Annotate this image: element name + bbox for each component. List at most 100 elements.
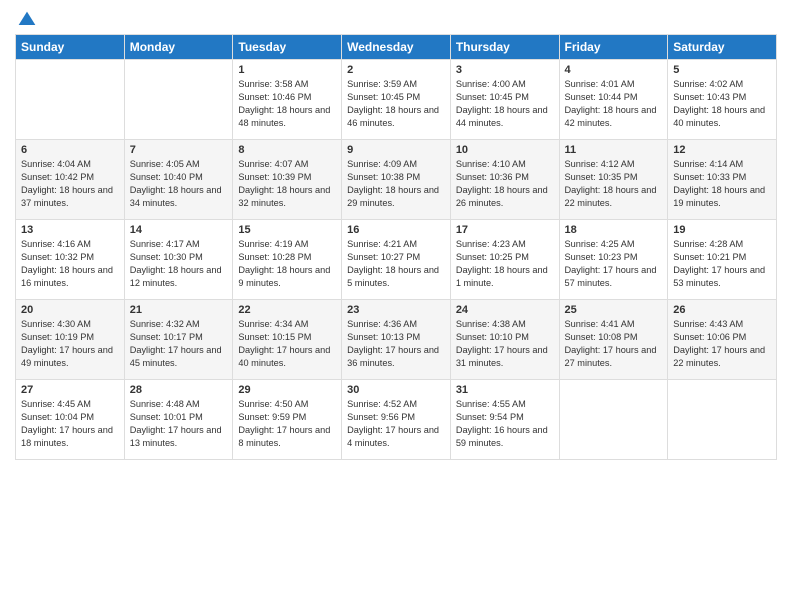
day-info: Sunrise: 3:59 AMSunset: 10:45 PMDaylight… bbox=[347, 78, 445, 130]
day-number: 23 bbox=[347, 304, 445, 316]
day-header-tuesday: Tuesday bbox=[233, 35, 342, 60]
day-cell: 2 Sunrise: 3:59 AMSunset: 10:45 PMDayligh… bbox=[342, 60, 451, 140]
day-number: 17 bbox=[456, 224, 554, 236]
day-number: 19 bbox=[673, 224, 771, 236]
day-header-thursday: Thursday bbox=[450, 35, 559, 60]
day-cell: 15Sunrise: 4:19 AMSunset: 10:28 PMDaylig… bbox=[233, 220, 342, 300]
day-info: Sunrise: 4:02 AMSunset: 10:43 PMDaylight… bbox=[673, 78, 771, 130]
day-info: Sunrise: 4:43 AMSunset: 10:06 PMDaylight… bbox=[673, 318, 771, 370]
day-cell: 23 Sunrise: 4:36 AMSunset: 10:13 PMDaylig… bbox=[342, 300, 451, 380]
day-cell: 10 Sunrise: 4:10 AMSunset: 10:36 PMDaylig… bbox=[450, 140, 559, 220]
day-info: Sunrise: 4:38 AMSunset: 10:10 PMDaylight… bbox=[456, 318, 554, 370]
day-number: 26 bbox=[673, 304, 771, 316]
day-cell: 3Sunrise: 4:00 AMSunset: 10:45 PMDayligh… bbox=[450, 60, 559, 140]
day-cell bbox=[16, 60, 125, 140]
day-header-friday: Friday bbox=[559, 35, 668, 60]
day-number: 13 bbox=[21, 224, 119, 236]
day-cell: 8 Sunrise: 4:07 AMSunset: 10:39 PMDayligh… bbox=[233, 140, 342, 220]
day-number: 15 bbox=[238, 224, 336, 236]
day-number: 2 bbox=[347, 64, 445, 76]
day-cell: 29 Sunrise: 4:50 AMSunset: 9:59 PMDayligh… bbox=[233, 380, 342, 460]
day-header-sunday: Sunday bbox=[16, 35, 125, 60]
header bbox=[15, 10, 777, 26]
day-number: 9 bbox=[347, 144, 445, 156]
day-info: Sunrise: 4:30 AMSunset: 10:19 PMDaylight… bbox=[21, 318, 119, 370]
day-number: 31 bbox=[456, 384, 554, 396]
day-number: 7 bbox=[130, 144, 228, 156]
day-cell: 28Sunrise: 4:48 AMSunset: 10:01 PMDaylig… bbox=[124, 380, 233, 460]
day-number: 10 bbox=[456, 144, 554, 156]
day-cell bbox=[668, 380, 777, 460]
week-row-3: 13 Sunrise: 4:16 AMSunset: 10:32 PMDaylig… bbox=[16, 220, 777, 300]
day-number: 1 bbox=[238, 64, 336, 76]
day-cell: 6Sunrise: 4:04 AMSunset: 10:42 PMDayligh… bbox=[16, 140, 125, 220]
day-cell bbox=[559, 380, 668, 460]
day-info: Sunrise: 4:10 AMSunset: 10:36 PMDaylight… bbox=[456, 158, 554, 210]
day-cell: 5 Sunrise: 4:02 AMSunset: 10:43 PMDayligh… bbox=[668, 60, 777, 140]
day-number: 16 bbox=[347, 224, 445, 236]
day-info: Sunrise: 4:12 AMSunset: 10:35 PMDaylight… bbox=[565, 158, 663, 210]
day-number: 11 bbox=[565, 144, 663, 156]
week-row-5: 27 Sunrise: 4:45 AMSunset: 10:04 PMDaylig… bbox=[16, 380, 777, 460]
day-cell: 9 Sunrise: 4:09 AMSunset: 10:38 PMDayligh… bbox=[342, 140, 451, 220]
day-info: Sunrise: 4:28 AMSunset: 10:21 PMDaylight… bbox=[673, 238, 771, 290]
day-info: Sunrise: 4:04 AMSunset: 10:42 PMDaylight… bbox=[21, 158, 119, 210]
day-info: Sunrise: 4:36 AMSunset: 10:13 PMDaylight… bbox=[347, 318, 445, 370]
week-row-1: 1 Sunrise: 3:58 AMSunset: 10:46 PMDayligh… bbox=[16, 60, 777, 140]
day-info: Sunrise: 3:58 AMSunset: 10:46 PMDaylight… bbox=[238, 78, 336, 130]
day-cell: 31 Sunrise: 4:55 AMSunset: 9:54 PMDayligh… bbox=[450, 380, 559, 460]
logo bbox=[15, 10, 37, 26]
day-number: 22 bbox=[238, 304, 336, 316]
day-info: Sunrise: 4:16 AMSunset: 10:32 PMDaylight… bbox=[21, 238, 119, 290]
day-cell: 16Sunrise: 4:21 AMSunset: 10:27 PMDaylig… bbox=[342, 220, 451, 300]
day-info: Sunrise: 4:07 AMSunset: 10:39 PMDaylight… bbox=[238, 158, 336, 210]
day-info: Sunrise: 4:00 AMSunset: 10:45 PMDaylight… bbox=[456, 78, 554, 130]
day-cell: 27 Sunrise: 4:45 AMSunset: 10:04 PMDaylig… bbox=[16, 380, 125, 460]
day-cell: 4 Sunrise: 4:01 AMSunset: 10:44 PMDayligh… bbox=[559, 60, 668, 140]
day-header-monday: Monday bbox=[124, 35, 233, 60]
day-number: 20 bbox=[21, 304, 119, 316]
day-cell: 17 Sunrise: 4:23 AMSunset: 10:25 PMDaylig… bbox=[450, 220, 559, 300]
day-info: Sunrise: 4:34 AMSunset: 10:15 PMDaylight… bbox=[238, 318, 336, 370]
day-info: Sunrise: 4:23 AMSunset: 10:25 PMDaylight… bbox=[456, 238, 554, 290]
day-number: 8 bbox=[238, 144, 336, 156]
day-info: Sunrise: 4:14 AMSunset: 10:33 PMDaylight… bbox=[673, 158, 771, 210]
day-info: Sunrise: 4:41 AMSunset: 10:08 PMDaylight… bbox=[565, 318, 663, 370]
day-header-saturday: Saturday bbox=[668, 35, 777, 60]
week-row-4: 20 Sunrise: 4:30 AMSunset: 10:19 PMDaylig… bbox=[16, 300, 777, 380]
day-number: 14 bbox=[130, 224, 228, 236]
day-number: 30 bbox=[347, 384, 445, 396]
day-number: 27 bbox=[21, 384, 119, 396]
day-cell: 22 Sunrise: 4:34 AMSunset: 10:15 PMDaylig… bbox=[233, 300, 342, 380]
day-cell: 18Sunrise: 4:25 AMSunset: 10:23 PMDaylig… bbox=[559, 220, 668, 300]
day-cell: 19 Sunrise: 4:28 AMSunset: 10:21 PMDaylig… bbox=[668, 220, 777, 300]
day-info: Sunrise: 4:50 AMSunset: 9:59 PMDaylight:… bbox=[238, 398, 336, 450]
day-info: Sunrise: 4:25 AMSunset: 10:23 PMDaylight… bbox=[565, 238, 663, 290]
day-cell: 26 Sunrise: 4:43 AMSunset: 10:06 PMDaylig… bbox=[668, 300, 777, 380]
day-info: Sunrise: 4:55 AMSunset: 9:54 PMDaylight:… bbox=[456, 398, 554, 450]
day-cell: 25Sunrise: 4:41 AMSunset: 10:08 PMDaylig… bbox=[559, 300, 668, 380]
day-number: 24 bbox=[456, 304, 554, 316]
day-cell: 30Sunrise: 4:52 AMSunset: 9:56 PMDayligh… bbox=[342, 380, 451, 460]
day-cell: 20 Sunrise: 4:30 AMSunset: 10:19 PMDaylig… bbox=[16, 300, 125, 380]
day-number: 4 bbox=[565, 64, 663, 76]
day-cell: 12Sunrise: 4:14 AMSunset: 10:33 PMDaylig… bbox=[668, 140, 777, 220]
day-info: Sunrise: 4:17 AMSunset: 10:30 PMDaylight… bbox=[130, 238, 228, 290]
day-number: 21 bbox=[130, 304, 228, 316]
day-cell: 13 Sunrise: 4:16 AMSunset: 10:32 PMDaylig… bbox=[16, 220, 125, 300]
logo-icon bbox=[17, 10, 37, 30]
calendar-table: SundayMondayTuesdayWednesdayThursdayFrid… bbox=[15, 34, 777, 460]
day-info: Sunrise: 4:05 AMSunset: 10:40 PMDaylight… bbox=[130, 158, 228, 210]
day-number: 5 bbox=[673, 64, 771, 76]
day-cell: 1 Sunrise: 3:58 AMSunset: 10:46 PMDayligh… bbox=[233, 60, 342, 140]
day-cell: 11 Sunrise: 4:12 AMSunset: 10:35 PMDaylig… bbox=[559, 140, 668, 220]
week-row-2: 6Sunrise: 4:04 AMSunset: 10:42 PMDayligh… bbox=[16, 140, 777, 220]
day-info: Sunrise: 4:09 AMSunset: 10:38 PMDaylight… bbox=[347, 158, 445, 210]
day-cell: 21Sunrise: 4:32 AMSunset: 10:17 PMDaylig… bbox=[124, 300, 233, 380]
day-number: 29 bbox=[238, 384, 336, 396]
day-cell bbox=[124, 60, 233, 140]
day-number: 28 bbox=[130, 384, 228, 396]
day-header-wednesday: Wednesday bbox=[342, 35, 451, 60]
day-info: Sunrise: 4:45 AMSunset: 10:04 PMDaylight… bbox=[21, 398, 119, 450]
day-info: Sunrise: 4:01 AMSunset: 10:44 PMDaylight… bbox=[565, 78, 663, 130]
